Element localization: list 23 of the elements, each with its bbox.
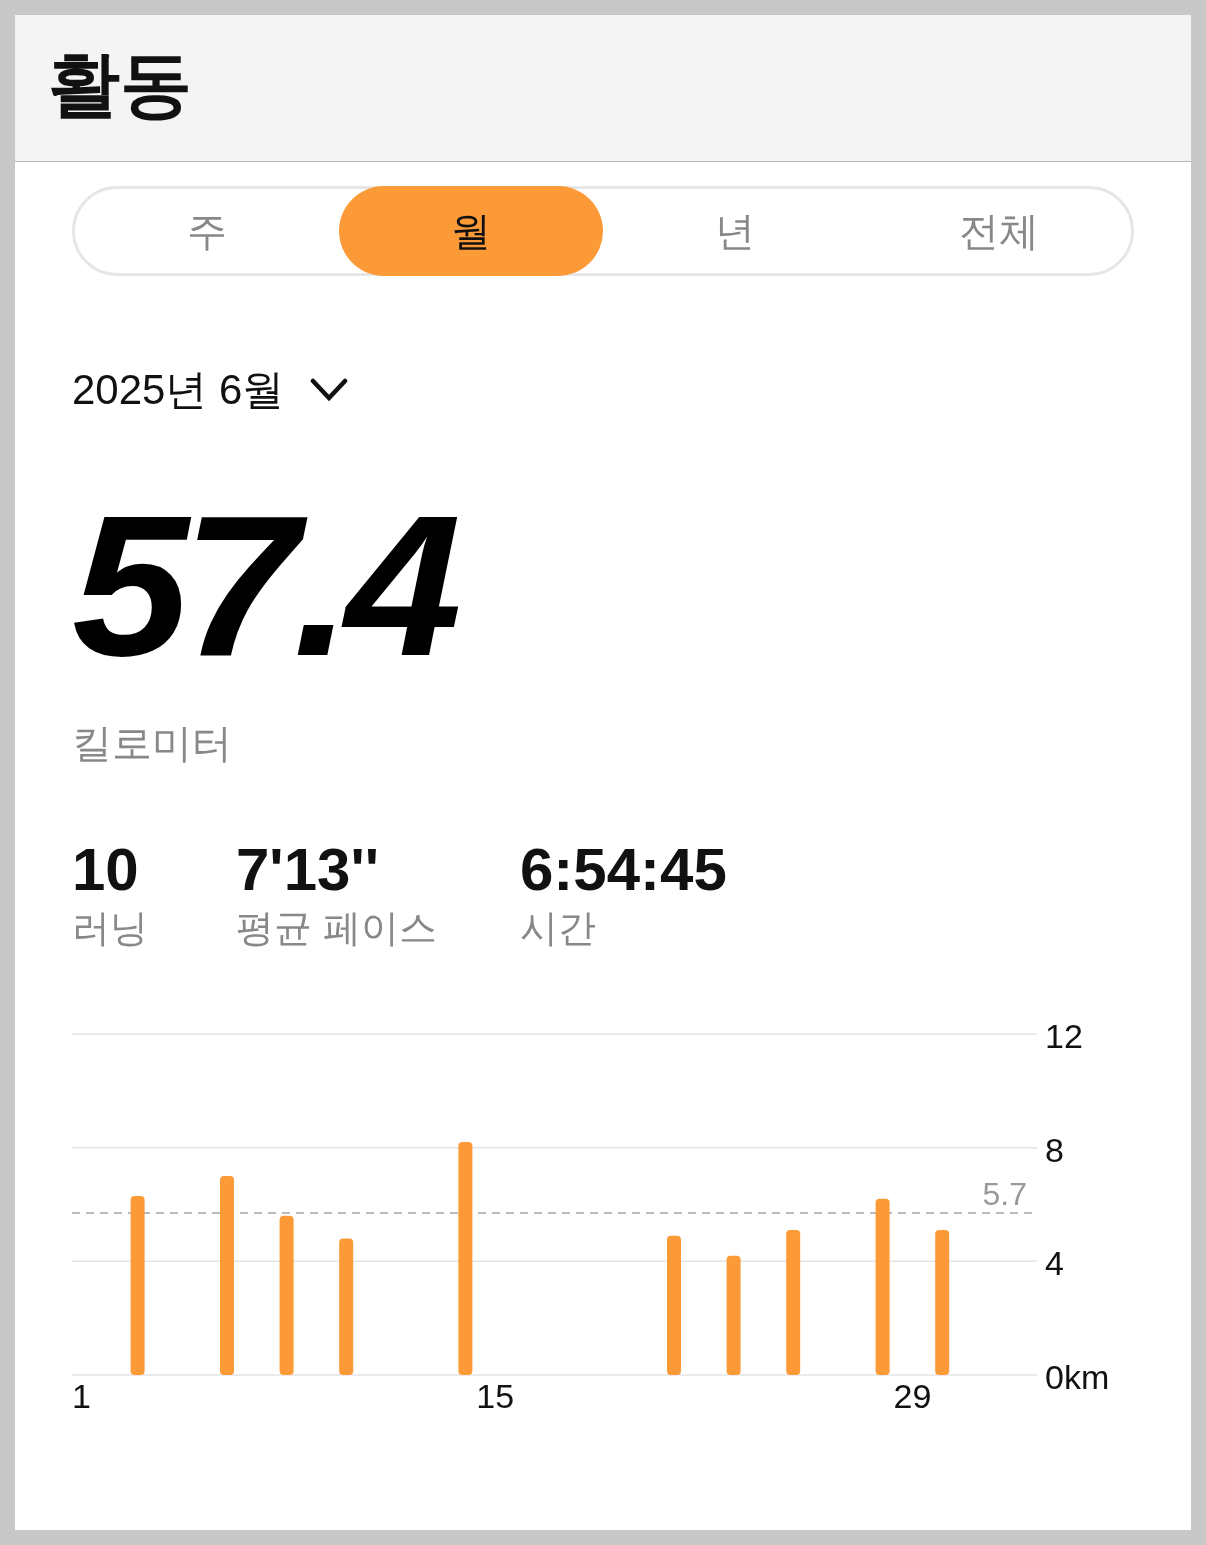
- chevron-down-icon[interactable]: [310, 378, 349, 402]
- period-tab[interactable]: 전체: [867, 186, 1131, 276]
- period-tab[interactable]: 년: [603, 186, 867, 276]
- average-label: 5.7: [982, 1176, 1027, 1213]
- stat-value: 10: [72, 836, 139, 903]
- y-axis-label: 4: [1045, 1244, 1064, 1283]
- stat-label: 러닝: [72, 907, 148, 949]
- stat-label: 시간: [520, 907, 596, 949]
- stat-value: 6:54:45: [520, 836, 727, 903]
- stat-value: 7'13'': [236, 836, 379, 903]
- period-tab[interactable]: 월: [339, 186, 603, 276]
- x-axis-label: 29: [893, 1377, 932, 1415]
- x-axis-label: 1: [72, 1377, 91, 1415]
- stat-label: 평균 페이스: [236, 907, 437, 949]
- total-distance: 57.4: [72, 486, 456, 686]
- month-selector[interactable]: 2025년 6월: [72, 362, 285, 418]
- y-axis-label: 8: [1045, 1130, 1064, 1169]
- distance-unit: 킬로미터: [72, 720, 232, 767]
- y-axis-label: 0km: [1045, 1358, 1110, 1396]
- x-axis-label: 15: [476, 1377, 515, 1415]
- page-title: 활동: [48, 45, 192, 125]
- y-axis-label: 12: [1045, 1024, 1083, 1055]
- period-tab[interactable]: 주: [75, 186, 339, 276]
